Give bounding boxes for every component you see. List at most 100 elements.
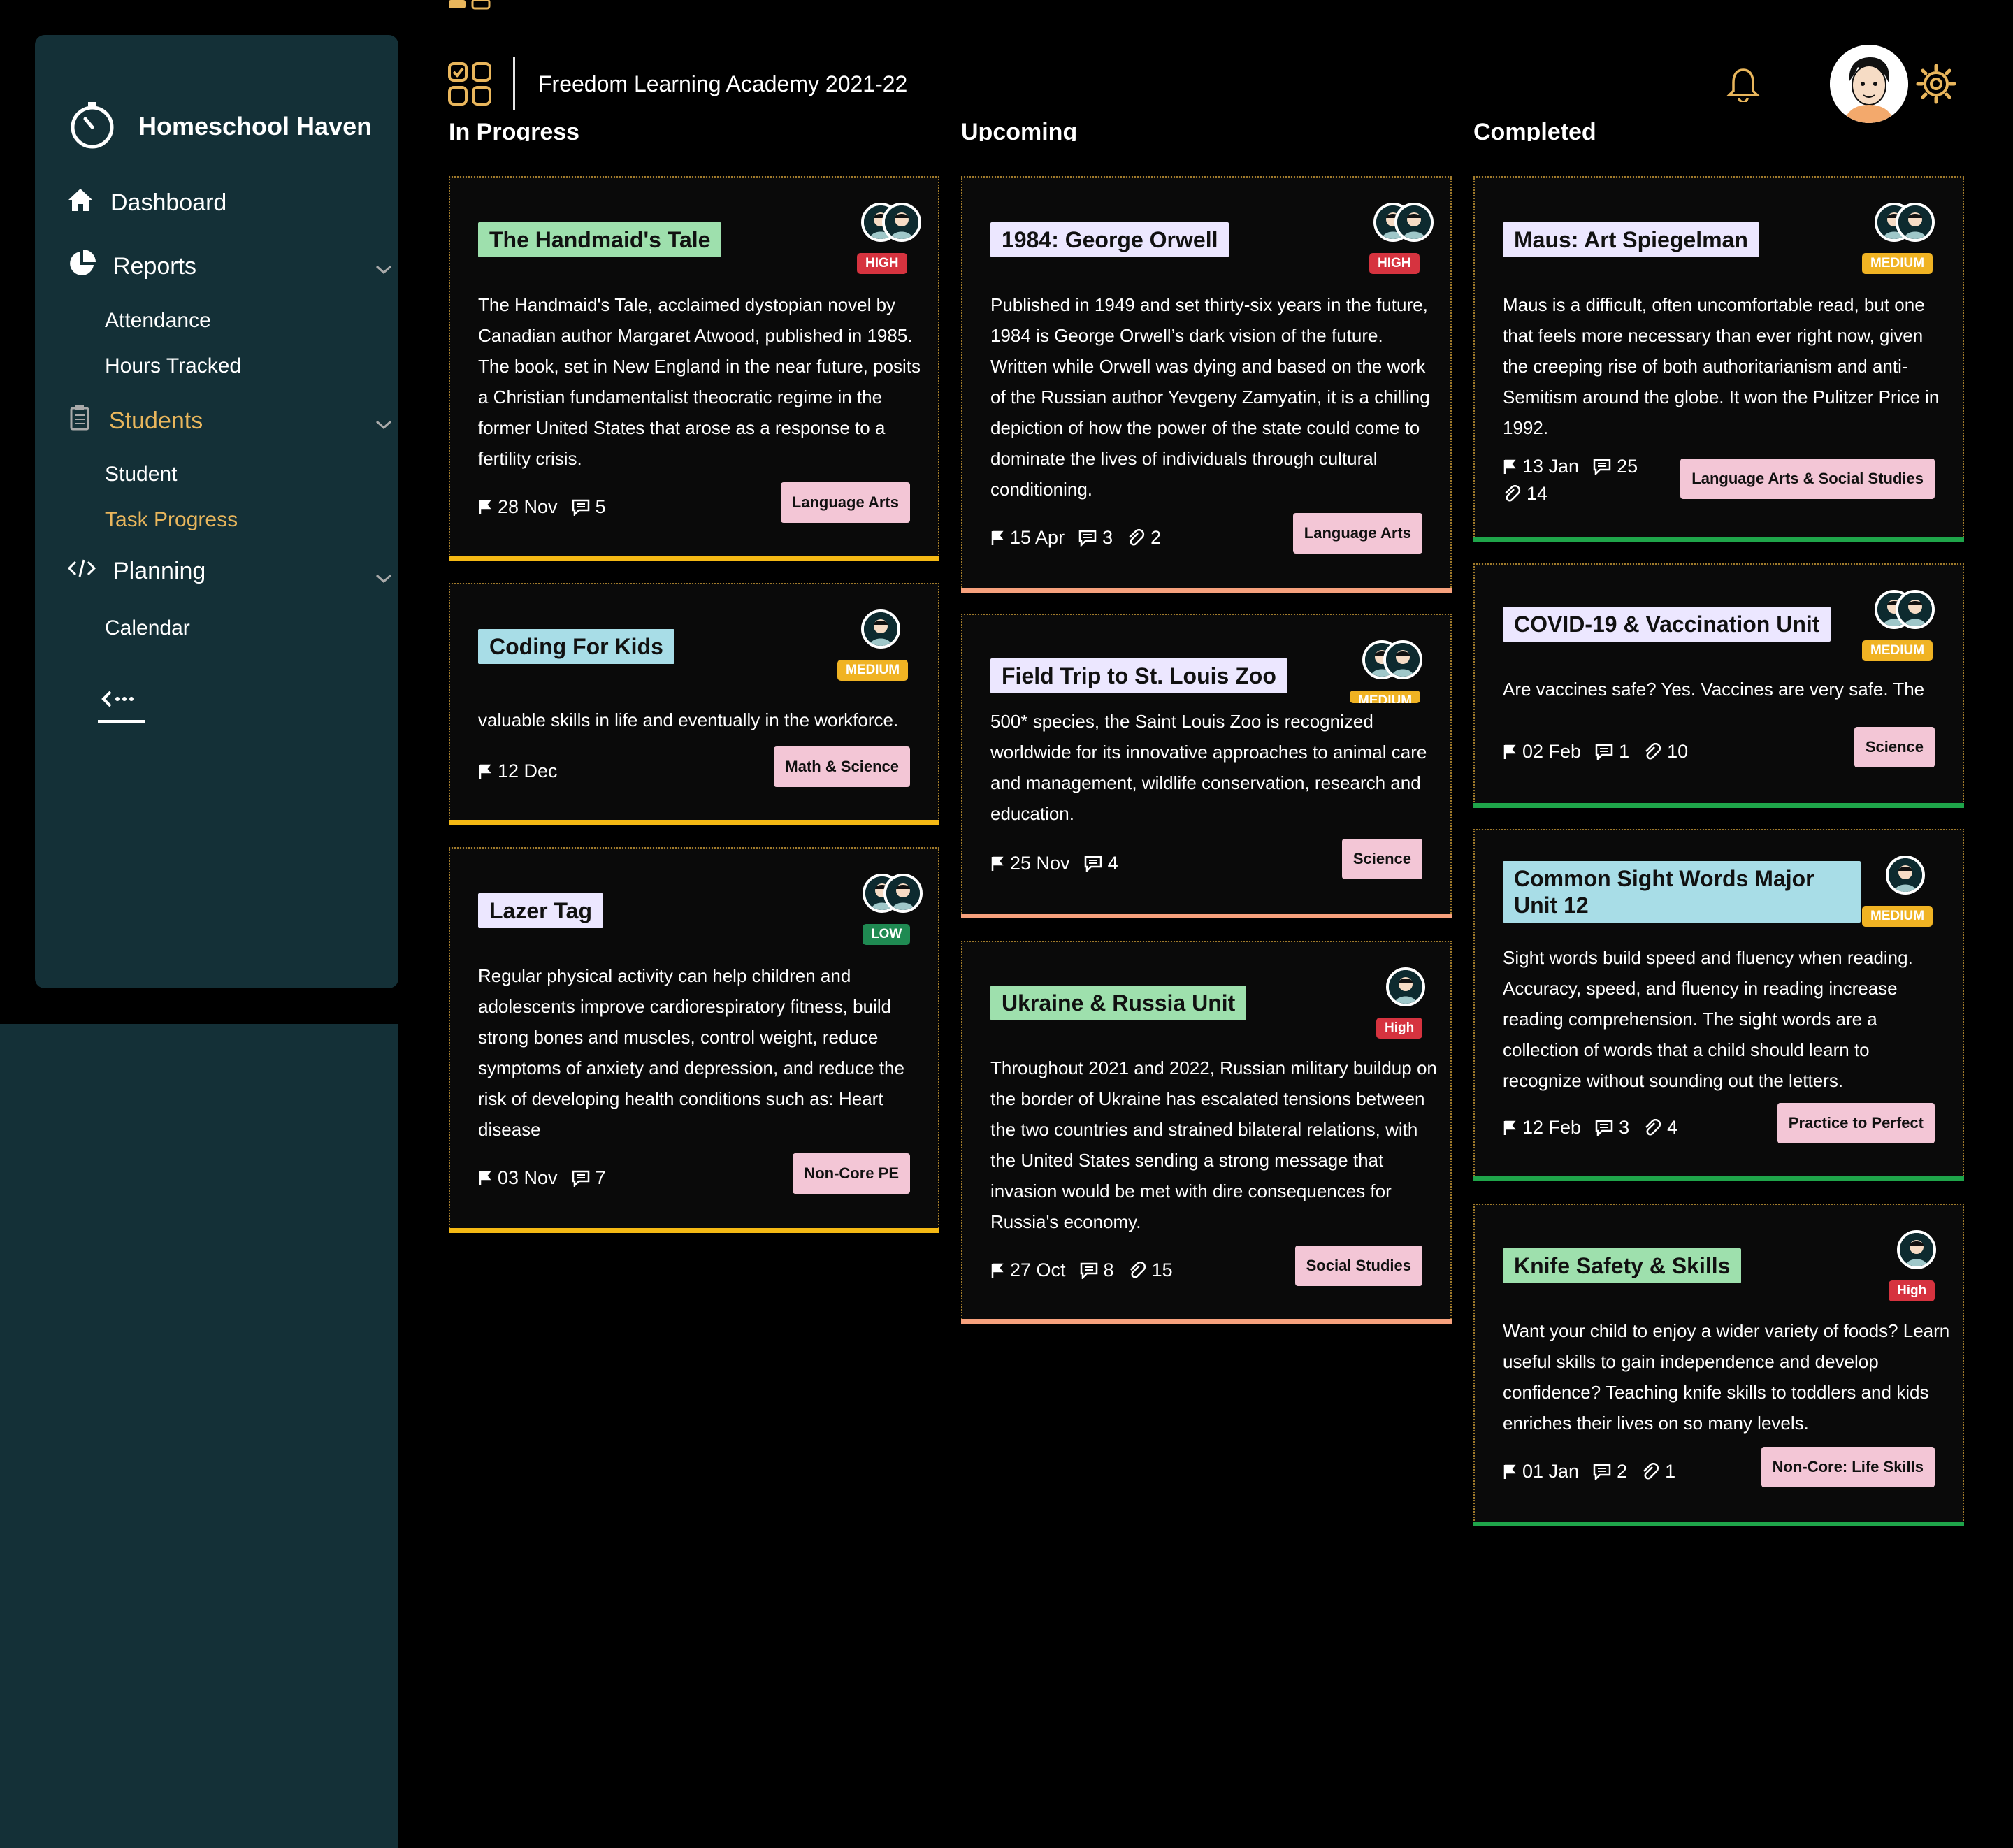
flag-icon bbox=[991, 856, 1004, 871]
chevron-down-icon[interactable] bbox=[375, 254, 393, 282]
subject-tag[interactable]: Non-Core PE bbox=[793, 1153, 910, 1194]
user-avatar[interactable] bbox=[1830, 45, 1908, 123]
subject-tag[interactable]: Practice to Perfect bbox=[1777, 1103, 1935, 1143]
grid-icon[interactable] bbox=[447, 62, 492, 110]
task-card[interactable]: Lazer Tag LOW Regular physical activity … bbox=[449, 847, 939, 1233]
flag-icon bbox=[479, 1171, 491, 1185]
subject-tag[interactable]: Math & Science bbox=[774, 746, 910, 787]
priority-badge: MEDIUM bbox=[1350, 691, 1421, 703]
task-card[interactable]: Maus: Art Spiegelman MEDIUM Maus is a di… bbox=[1473, 176, 1964, 542]
card-description: Throughout 2021 and 2022, Russian milita… bbox=[990, 1057, 1437, 1232]
flag-icon bbox=[479, 500, 491, 514]
nav-planning[interactable]: Planning bbox=[67, 558, 392, 585]
priority-badge: HIGH bbox=[857, 253, 907, 274]
priority-badge: MEDIUM bbox=[1862, 253, 1933, 274]
comment-icon bbox=[1080, 1262, 1097, 1279]
nav-dashboard[interactable]: Dashboard bbox=[67, 187, 226, 219]
flag-icon bbox=[479, 764, 491, 779]
card-meta: 13 Jan 25 14 bbox=[1503, 456, 1684, 505]
task-card[interactable]: COVID-19 & Vaccination Unit MEDIUM Are v… bbox=[1473, 563, 1964, 808]
task-card[interactable]: Coding For Kids MEDIUM valuable skills i… bbox=[449, 583, 939, 825]
chevron-down-icon[interactable] bbox=[375, 410, 393, 437]
assignee-avatars bbox=[1875, 590, 1935, 629]
card-title[interactable]: Common Sight Words Major Unit 12 bbox=[1503, 861, 1861, 923]
subject-tag[interactable]: Science bbox=[1341, 839, 1422, 879]
paperclip-icon bbox=[1130, 1261, 1146, 1278]
card-status-bar bbox=[1473, 1176, 1964, 1181]
app-name: Homeschool Haven bbox=[138, 111, 373, 140]
card-meta: 01 Jan 2 1 bbox=[1503, 1461, 1689, 1482]
nav-planning-label: Planning bbox=[113, 558, 206, 584]
card-status-bar bbox=[449, 1228, 939, 1233]
card-title[interactable]: Field Trip to St. Louis Zoo bbox=[990, 658, 1287, 693]
flag-icon bbox=[1503, 744, 1516, 759]
chevron-down-icon[interactable] bbox=[375, 563, 393, 591]
comment-count: 5 bbox=[595, 496, 606, 517]
subject-tag[interactable]: Social Studies bbox=[1294, 1246, 1422, 1286]
card-title[interactable]: Maus: Art Spiegelman bbox=[1503, 222, 1759, 257]
nav-calendar[interactable]: Calendar bbox=[105, 616, 190, 640]
brand[interactable]: Homeschool Haven bbox=[67, 99, 372, 153]
card-status-bar bbox=[961, 588, 1452, 593]
card-meta: 25 Nov 4 bbox=[990, 853, 1132, 874]
avatar bbox=[1886, 856, 1925, 895]
card-title[interactable]: The Handmaid's Tale bbox=[478, 222, 722, 257]
due-date: 12 Dec bbox=[498, 760, 558, 781]
subject-tag[interactable]: Non-Core: Life Skills bbox=[1761, 1447, 1935, 1487]
paperclip-icon bbox=[1505, 484, 1521, 501]
priority-badge: MEDIUM bbox=[1862, 906, 1933, 927]
comment-icon bbox=[572, 1170, 589, 1187]
comment-icon bbox=[1593, 1464, 1611, 1480]
task-card[interactable]: Field Trip to St. Louis Zoo MEDIUM 500* … bbox=[961, 614, 1452, 918]
priority-badge: High bbox=[1889, 1280, 1935, 1301]
task-card[interactable]: Ukraine & Russia Unit High Throughout 20… bbox=[961, 941, 1452, 1324]
home-icon bbox=[67, 187, 94, 219]
card-title[interactable]: Knife Safety & Skills bbox=[1503, 1248, 1742, 1283]
subject-tag[interactable]: Language Arts bbox=[780, 482, 910, 523]
card-status-bar bbox=[961, 914, 1452, 918]
card-title[interactable]: Ukraine & Russia Unit bbox=[990, 986, 1247, 1020]
card-status-bar bbox=[1473, 1522, 1964, 1526]
due-date: 12 Feb bbox=[1522, 1117, 1582, 1138]
card-description: Maus is a difficult, often uncomfortable… bbox=[1503, 294, 1940, 438]
nav-task-progress[interactable]: Task Progress bbox=[105, 508, 238, 532]
card-title[interactable]: Lazer Tag bbox=[478, 893, 603, 928]
subject-tag[interactable]: Language Arts & Social Studies bbox=[1680, 459, 1935, 499]
nav-attendance[interactable]: Attendance bbox=[105, 309, 211, 333]
assignee-avatars bbox=[1373, 203, 1434, 242]
task-card[interactable]: Knife Safety & Skills High Want your chi… bbox=[1473, 1204, 1964, 1526]
nav-students[interactable]: Students bbox=[67, 404, 392, 438]
attachment-count: 1 bbox=[1665, 1461, 1676, 1482]
nav-hours-tracked[interactable]: Hours Tracked bbox=[105, 354, 241, 378]
assignee-avatars bbox=[1386, 967, 1425, 1006]
card-title[interactable]: 1984: George Orwell bbox=[990, 222, 1229, 257]
task-card[interactable]: 1984: George Orwell HIGH Published in 19… bbox=[961, 176, 1452, 593]
subject-tag[interactable]: Science bbox=[1854, 727, 1935, 767]
clipboard-icon bbox=[67, 404, 92, 438]
bell-icon[interactable] bbox=[1726, 67, 1761, 106]
comment-count: 3 bbox=[1102, 527, 1113, 548]
collapse-icon[interactable] bbox=[96, 685, 145, 726]
column-heading-upcoming: Upcoming bbox=[961, 119, 1078, 141]
card-description: 500* species, the Saint Louis Zoo is rec… bbox=[990, 711, 1427, 824]
nav-student[interactable]: Student bbox=[105, 463, 177, 486]
subject-tag[interactable]: Language Arts bbox=[1292, 513, 1422, 554]
attachment-count: 14 bbox=[1527, 483, 1548, 504]
task-card[interactable]: The Handmaid's Tale HIGH The Handmaid's … bbox=[449, 176, 939, 561]
card-title[interactable]: COVID-19 & Vaccination Unit bbox=[1503, 607, 1831, 642]
nav-reports[interactable]: Reports bbox=[67, 249, 392, 284]
comment-icon bbox=[1595, 1120, 1613, 1136]
avatar bbox=[1896, 590, 1935, 629]
paperclip-icon bbox=[1645, 1118, 1661, 1135]
gear-icon[interactable] bbox=[1915, 63, 1957, 108]
card-status-bar bbox=[449, 556, 939, 561]
flag-icon bbox=[991, 1263, 1004, 1278]
avatar bbox=[861, 609, 900, 649]
pie-chart-icon bbox=[67, 249, 96, 284]
comment-icon bbox=[1078, 530, 1097, 547]
assignee-avatars bbox=[863, 874, 923, 913]
avatar bbox=[1394, 203, 1434, 242]
comment-icon bbox=[1084, 856, 1102, 872]
task-card[interactable]: Common Sight Words Major Unit 12 MEDIUM … bbox=[1473, 829, 1964, 1181]
card-title[interactable]: Coding For Kids bbox=[478, 629, 674, 664]
